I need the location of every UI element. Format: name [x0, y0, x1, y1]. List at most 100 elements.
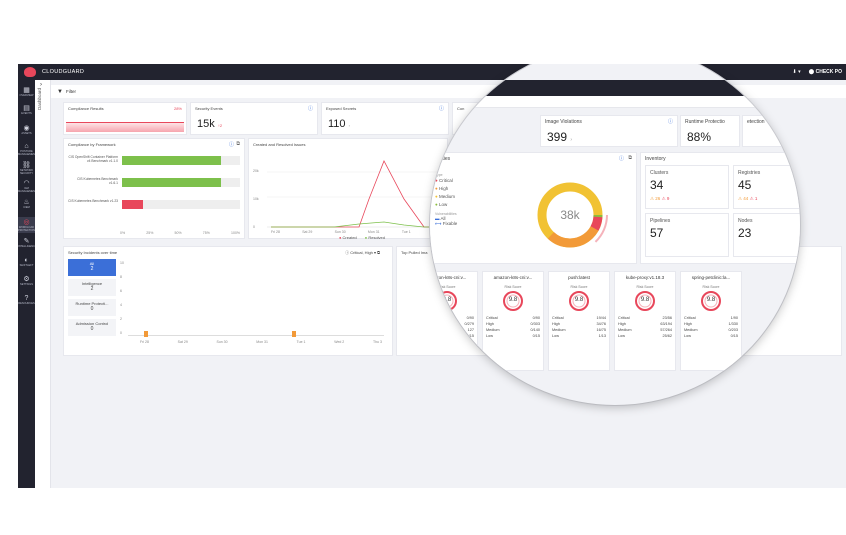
axis-tick: 20k [253, 169, 259, 173]
sidebar-item-overview[interactable]: ▦ OVERVIEW [18, 85, 35, 101]
sidebar-item-assets[interactable]: ◉ ASSETS [18, 123, 35, 139]
tile-label: Clusters [650, 170, 669, 176]
incident-type-count: 2 [90, 286, 94, 292]
incident-type-0[interactable]: All 2 [68, 259, 116, 276]
axis-tick: Sat 29 [177, 340, 188, 344]
info-icon[interactable]: ⓘ [229, 141, 234, 148]
tile-label: Nodes [738, 218, 753, 224]
workload-icon: ◎ [23, 219, 30, 226]
image-card[interactable]: amazon-k8s-cni:v... Risk Score 9.8 Critical… [482, 271, 544, 371]
sidebar-item-label: SHIFTLEFT [19, 264, 34, 267]
incident-bar-2 [292, 331, 296, 337]
incident-type-2[interactable]: Runtime Protecti... 0 [68, 299, 116, 316]
risk-score-ring: 9.8 [437, 291, 457, 311]
info-icon[interactable]: ⓘ [619, 155, 624, 162]
axis-tick: Mon 31 [367, 230, 380, 234]
framework-bar[interactable] [122, 156, 222, 165]
sidebar-item-resources[interactable]: ? RESOURCES [18, 293, 35, 309]
legend-label: High [438, 186, 449, 191]
sidebar-item-settings[interactable]: ⚙ SETTINGS [18, 274, 35, 290]
incident-bar-1 [144, 331, 148, 337]
security-events-card[interactable]: Security Events ⓘ 15k ↑2 [190, 102, 318, 135]
card-title: Security Incidents over time [68, 250, 118, 255]
image-card[interactable]: amazon-k8s-cni:v... Risk Score 9.8 0/90 0/27… [430, 271, 478, 371]
image-card[interactable]: kube-proxy:v1.18.3 Risk Score 9.8 Critical 2… [614, 271, 676, 371]
framework-bar-track [122, 156, 240, 165]
image-name: spring-petclinic:la... [691, 275, 731, 280]
image-name: amazon-k8s-cni:v... [430, 275, 467, 280]
info-icon[interactable]: ⓘ [308, 105, 313, 112]
framework-bar[interactable] [122, 200, 144, 209]
assets-icon: ◉ [23, 125, 30, 132]
image-violations-card[interactable]: Image Violations ⓘ 399 › [540, 115, 678, 147]
framework-bar-track [122, 200, 240, 209]
sidebar-item-workload-protection[interactable]: ◎ WORKLOAD PROTECTION [18, 217, 35, 233]
severity-filter[interactable]: ⓘ Critical, High ▾ ⧉ [345, 250, 380, 256]
dashboard-tab[interactable]: Dashboard [37, 88, 42, 110]
expand-icon[interactable]: ⧉ [236, 141, 240, 147]
axis-tick: Wed 2 [334, 340, 345, 344]
exposed-secrets-value: 110 › [328, 118, 350, 130]
axis-tick: Sun 30 [216, 340, 228, 344]
risk-score-label: Risk Score [438, 285, 456, 289]
card-title: etection [747, 119, 765, 125]
tile-value: 57 [650, 226, 664, 240]
sidebar-item-label: EVENTS [21, 112, 32, 115]
sidebar-item-ciem[interactable]: ♨ CIEM [18, 197, 35, 213]
inventory-tile-nodes[interactable]: Nodes 23 [733, 213, 800, 257]
cloudguard-logo [24, 67, 36, 77]
incident-type-3[interactable]: Admission Control 0 [68, 319, 116, 336]
network-icon: ⛓ [22, 162, 31, 169]
legend-item[interactable]: ● Critical [435, 177, 457, 185]
legend-label: Critical [438, 178, 453, 183]
tile-label: Registries [738, 170, 761, 176]
risk-score-label: Risk Score [636, 285, 654, 289]
sidebar-item-network-security[interactable]: ⛓ NETWORK SECURITY [18, 160, 35, 176]
card-title: Image Violations [545, 119, 582, 125]
sidebar-item-intelligence[interactable]: ✎ INTELLIGENCE [18, 236, 37, 252]
risk-score-ring: 9.8 [503, 291, 523, 311]
card-title: Exposed Secrets [326, 106, 357, 111]
framework-bar[interactable] [122, 178, 222, 187]
tile-value: 34 [650, 178, 664, 192]
inventory-tile-pipelines[interactable]: Pipelines 57 [645, 213, 729, 257]
sidebar-item-shiftleft[interactable]: ◐ SHIFTLEFT [18, 255, 35, 271]
inventory-tile-clusters[interactable]: Clusters 34 ⚠ 26 ⚠ 9 [645, 165, 729, 209]
resources-icon: ? [24, 295, 29, 302]
axis-tick: Tue 1 [401, 230, 411, 234]
image-card[interactable]: spring-petclinic:la... Risk Score 9.8 Criti… [680, 271, 742, 371]
legend-label: Low [438, 202, 448, 207]
sidebar-item-events[interactable]: ▤ EVENTS [18, 103, 35, 119]
legend-item[interactable]: ● Low [435, 201, 457, 209]
axis-tick: 75% [202, 231, 210, 235]
tile-value: 23 [738, 226, 752, 240]
check-point-logo: ⬤ CHECK PO [808, 69, 842, 75]
sidebar-item-posture-management[interactable]: ⌂ POSTURE MANAGEMENT [18, 141, 37, 157]
brand-name: CLOUDGUARD [42, 69, 85, 75]
image-card[interactable]: push:latest Risk Score 9.8 Critical 19/44 Hig… [548, 271, 610, 371]
sidebar-item-label: SETTINGS [20, 283, 33, 286]
info-icon[interactable]: ⓘ [668, 118, 673, 125]
posture-icon: ⌂ [24, 143, 29, 150]
compliance-results-card[interactable]: Compliance Results 28% [63, 102, 187, 135]
download-icon[interactable]: ⬇ ▾ [793, 69, 801, 75]
detection-card[interactable]: etection [742, 115, 800, 147]
axis-tick: 4 [120, 303, 122, 307]
expand-icon[interactable]: ⧉ [628, 155, 632, 161]
sidebar-item-iam-management[interactable]: ◠ IAM MANAGEMENT [18, 178, 37, 194]
incident-type-1[interactable]: Intelligence 2 [68, 279, 116, 296]
runtime-protection-card[interactable]: Runtime Protectio 88% [680, 115, 740, 147]
legend-item[interactable]: ● Medium [435, 193, 457, 201]
sidebar-item-label: RESOURCES [18, 302, 35, 305]
legend-item[interactable]: ● High [435, 185, 457, 193]
card-title: Inventory [645, 156, 666, 162]
inventory-tile-registries[interactable]: Registries 45 ⚠ 44 ⚠ 1 [733, 165, 800, 209]
security-events-value: 15k ↑2 [197, 118, 223, 130]
vulnerabilities-card: erabilities ⓘ ⧉ Type ● Critical ● High ● M… [430, 152, 637, 264]
axis-tick: 8 [120, 275, 122, 279]
vuln-legend: Type ● Critical ● High ● Medium ● Low Vulne… [435, 173, 458, 226]
chart-legend: ● Created ● Resolved [339, 235, 386, 240]
filter-label: Filter [65, 89, 76, 94]
incident-type-count: 0 [90, 306, 94, 312]
sidebar-item-label: ASSETS [21, 132, 32, 135]
